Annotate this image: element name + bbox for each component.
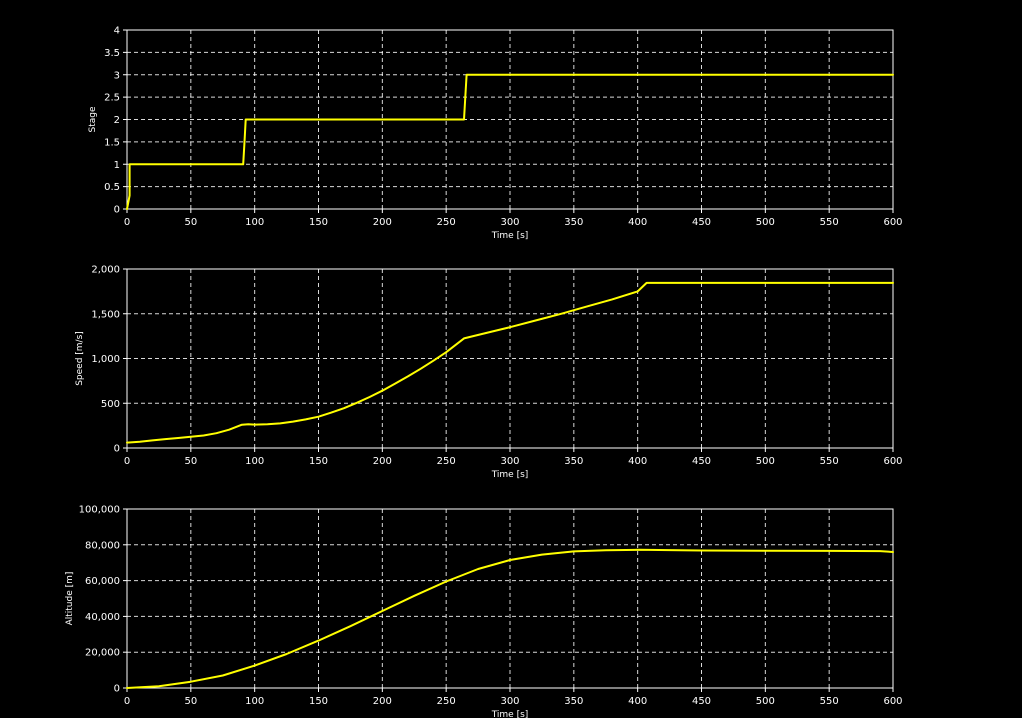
x-tick-label: 600	[883, 456, 902, 467]
x-tick-label: 0	[124, 456, 130, 467]
x-tick-label: 600	[883, 696, 902, 707]
gridlines	[127, 269, 893, 448]
x-tick-label: 0	[124, 217, 130, 228]
y-tick-label: 1,000	[91, 354, 120, 365]
x-tick-label: 250	[437, 217, 456, 228]
x-tick-label: 600	[883, 217, 902, 228]
x-tick-label: 250	[437, 456, 456, 467]
y-axis-title: Speed [m/s]	[75, 331, 85, 386]
y-tick-label: 2	[114, 115, 120, 126]
x-tick-label: 450	[692, 217, 711, 228]
chart-2: 0 50 100 150 200 250 300 350 400 450 500 550 600 0 500…	[75, 265, 903, 481]
x-tick-label: 400	[628, 456, 647, 467]
x-tick-label: 50	[184, 456, 197, 467]
x-tick-label: 350	[564, 696, 583, 707]
y-tick-label: 0	[114, 444, 120, 455]
x-axis-title: Time [s]	[491, 710, 529, 718]
y-tick-label: 60,000	[85, 576, 120, 587]
x-tick-label: 550	[820, 217, 839, 228]
x-tick-label: 300	[500, 696, 519, 707]
x-tick-label: 450	[692, 456, 711, 467]
x-tick-label: 150	[309, 456, 328, 467]
y-tick-label: 0	[114, 684, 120, 695]
x-tick-label: 400	[628, 217, 647, 228]
gridlines	[127, 30, 893, 209]
gridlines	[127, 509, 893, 688]
y-tick-label: 100,000	[79, 505, 120, 516]
x-tick-label: 150	[309, 696, 328, 707]
y-tick-label: 4	[114, 26, 120, 37]
y-tick-label: 3.5	[104, 48, 120, 59]
x-tick-label: 250	[437, 696, 456, 707]
x-tick-label: 200	[373, 217, 392, 228]
x-tick-label: 300	[500, 456, 519, 467]
y-tick-label: 40,000	[85, 612, 120, 623]
x-tick-label: 200	[373, 456, 392, 467]
x-tick-label: 500	[756, 696, 775, 707]
plot-frame	[126, 508, 894, 689]
y-tick-label: 1.5	[104, 137, 120, 148]
x-tick-label: 400	[628, 696, 647, 707]
x-tick-label: 550	[820, 696, 839, 707]
y-tick-label: 2,000	[91, 265, 120, 276]
y-axis-title: Stage	[88, 106, 98, 132]
y-tick-label: 0	[114, 205, 120, 216]
y-tick-label: 20,000	[85, 648, 120, 659]
x-tick-label: 500	[756, 217, 775, 228]
x-tick-label: 450	[692, 696, 711, 707]
x-tick-label: 300	[500, 217, 519, 228]
chart-area: 0 50 100 150 200 250 300 350 400 450 500 550 60000.5…	[65, 26, 903, 718]
x-axis-title: Time [s]	[491, 470, 529, 480]
x-tick-label: 100	[245, 217, 264, 228]
chart-1: 0 50 100 150 200 250 300 350 400 450 500 550 600 0 0.5…	[88, 26, 903, 242]
x-tick-label: 350	[564, 456, 583, 467]
chart-3: 0 50 100 150 200 250 300 350 400 450 500 550 600 0 20,…	[65, 505, 903, 718]
x-tick-label: 100	[245, 456, 264, 467]
x-tick-label: 350	[564, 217, 583, 228]
x-tick-label: 50	[184, 696, 197, 707]
x-tick-label: 550	[820, 456, 839, 467]
x-tick-label: 0	[124, 696, 130, 707]
y-tick-label: 0.5	[104, 182, 120, 193]
y-tick-label: 2.5	[104, 93, 120, 104]
x-tick-label: 100	[245, 696, 264, 707]
x-tick-label: 50	[184, 217, 197, 228]
x-tick-label: 150	[309, 217, 328, 228]
y-tick-label: 80,000	[85, 540, 120, 551]
y-tick-label: 1,500	[91, 309, 120, 320]
y-tick-label: 1	[114, 160, 120, 171]
x-tick-label: 500	[756, 456, 775, 467]
series-line-1	[126, 548, 894, 689]
y-tick-label: 3	[114, 70, 120, 81]
x-tick-label: 200	[373, 696, 392, 707]
x-axis-title: Time [s]	[491, 231, 529, 241]
y-tick-label: 500	[101, 399, 120, 410]
y-axis-title: Altitude [m]	[65, 572, 75, 626]
